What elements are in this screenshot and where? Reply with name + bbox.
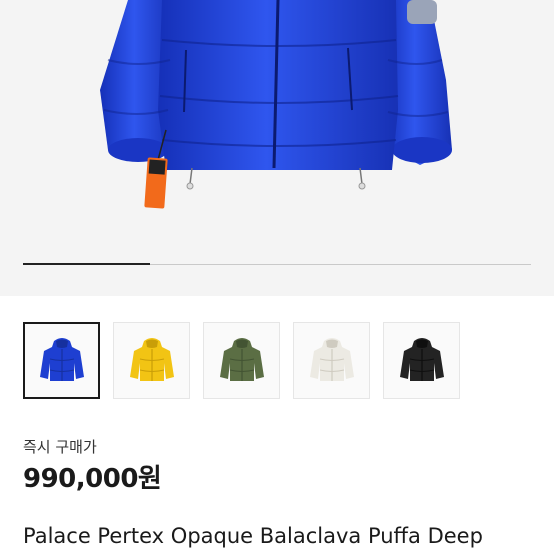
image-progress-bar	[23, 263, 531, 265]
product-image[interactable]	[0, 0, 554, 296]
jacket-icon	[399, 337, 444, 381]
price: 990,000원	[23, 464, 162, 494]
thumbnail-yellow[interactable]	[113, 322, 190, 399]
jacket-icon	[309, 337, 354, 381]
thumbnail-olive[interactable]	[203, 322, 280, 399]
instant-buy-label: 즉시 구매가	[23, 438, 97, 456]
jacket-icon	[129, 337, 174, 381]
thumbnail-white[interactable]	[293, 322, 370, 399]
product-title: Palace Pertex Opaque Balaclava Puffa Dee…	[23, 524, 483, 548]
jacket-icon	[219, 337, 264, 381]
jacket-illustration	[100, 0, 452, 209]
thumbnail-black[interactable]	[383, 322, 460, 399]
image-progress-indicator	[23, 263, 150, 265]
jacket-icon	[39, 337, 84, 381]
thumbnail-blue[interactable]	[23, 322, 100, 399]
thumbnail-strip	[23, 322, 460, 399]
